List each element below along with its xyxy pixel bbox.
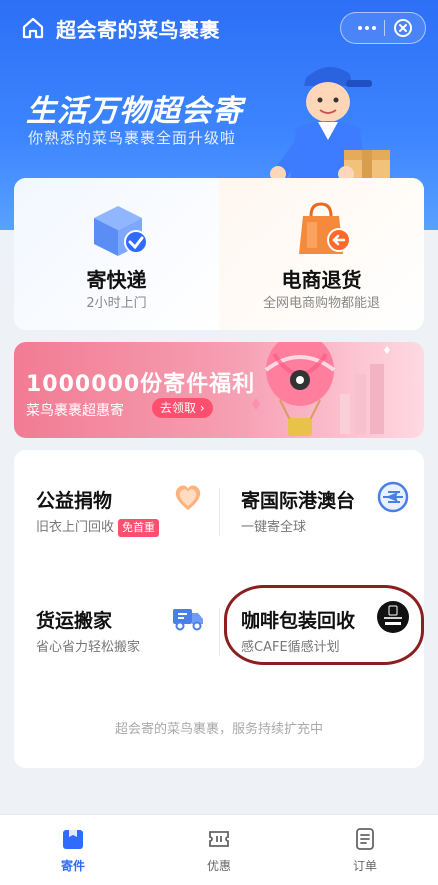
airplane-globe-icon — [377, 481, 409, 513]
grid-item-subtitle-text: 旧衣上门回收 — [36, 520, 115, 535]
hero-slogan: 生活万物超会寄 — [26, 94, 243, 129]
grid-item-international[interactable]: 寄国际港澳台 一键寄全球 — [219, 450, 424, 540]
service-title: 电商退货 — [281, 268, 362, 292]
send-package-icon — [63, 830, 83, 849]
service-send-express[interactable]: 寄快递 2小时上门 — [14, 178, 219, 330]
grid-item-title: 寄国际港澳台 — [241, 490, 356, 512]
services-footer-note: 超会寄的菜鸟裹裹，服务持续扩充中 — [114, 722, 323, 737]
close-circle-icon[interactable] — [393, 18, 413, 38]
tab-label: 优惠 — [206, 859, 231, 873]
shopping-bag-return-icon — [299, 202, 351, 254]
promo-banner[interactable]: 1000000份寄件福利 菜鸟裹裹超惠寄 去领取 › — [14, 342, 424, 438]
home-icon[interactable] — [20, 15, 46, 41]
grid-item-freight-moving[interactable]: 货运搬家 省心省力轻松搬家 — [14, 570, 219, 660]
coupon-icon — [209, 831, 229, 847]
tab-send[interactable]: 寄件 — [0, 815, 146, 885]
tab-orders[interactable]: 订单 — [292, 815, 438, 885]
grid-item-charity-donation[interactable]: 公益捐物 旧衣上门回收 免首重 — [14, 450, 219, 540]
order-list-icon — [356, 828, 374, 850]
tab-discount[interactable]: 优惠 — [146, 815, 292, 885]
service-subtitle: 全网电商购物都能退 — [262, 296, 380, 311]
truck-icon — [173, 609, 203, 631]
more-dots-icon[interactable] — [351, 19, 383, 37]
hot-air-balloon-illustration — [252, 342, 390, 436]
free-first-weight-badge: 免首重 — [118, 518, 160, 537]
page-title: 超会寄的菜鸟裹裹 — [56, 18, 220, 42]
grid-item-subtitle: 旧衣上门回收 免首重 — [36, 516, 160, 537]
bottom-tab-bar: 寄件 优惠 订单 — [0, 814, 438, 885]
hero-subtitle: 你熟悉的菜鸟裹裹全面升级啦 — [28, 129, 237, 147]
tab-label: 订单 — [352, 859, 377, 873]
heart-icon — [175, 485, 201, 510]
service-ecommerce-return[interactable]: 电商退货 全网电商购物都能退 — [219, 178, 424, 330]
promo-title: 1000000份寄件福利 — [26, 372, 256, 397]
service-title: 寄快递 — [86, 268, 147, 292]
promo-subtitle: 菜鸟裹裹超惠寄 — [26, 403, 124, 419]
main-services-panel: 寄快递 2小时上门 电商退货 全网电商购物都能退 — [14, 178, 424, 330]
highlight-annotation-ellipse — [224, 585, 424, 665]
claim-button[interactable]: 去领取 › — [152, 398, 213, 418]
grid-item-subtitle: 省心省力轻松搬家 — [36, 640, 141, 655]
package-check-icon — [94, 206, 148, 256]
grid-item-title: 货运搬家 — [36, 610, 113, 632]
service-subtitle: 2小时上门 — [86, 296, 147, 311]
capsule-divider — [384, 20, 385, 36]
grid-item-subtitle: 一键寄全球 — [241, 520, 307, 535]
grid-item-title: 公益捐物 — [36, 490, 113, 512]
tab-label: 寄件 — [60, 859, 85, 873]
mini-program-capsule — [340, 12, 426, 44]
